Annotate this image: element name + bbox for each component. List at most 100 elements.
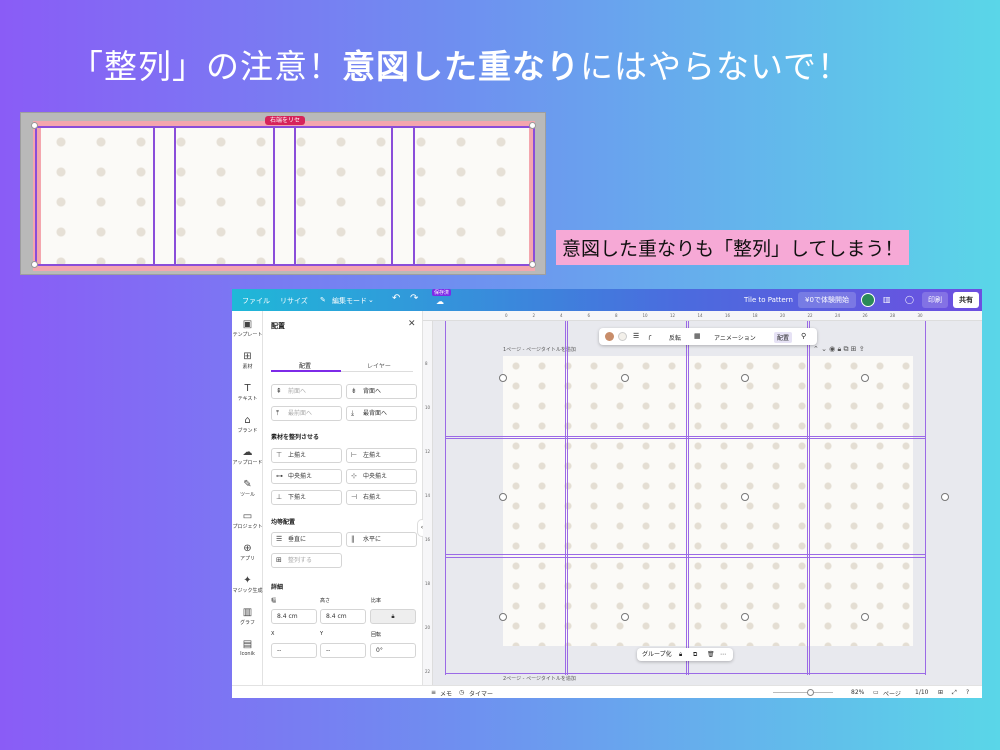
grid-view-icon[interactable]: ⊞ [938, 689, 943, 696]
backward-button[interactable]: ⇟ 背面へ [346, 384, 417, 399]
menu-file[interactable]: ファイル [242, 296, 270, 306]
resize-handle[interactable] [31, 122, 38, 129]
pages-button[interactable]: ページ [883, 689, 901, 698]
align-bottom-icon: ⊥ [276, 493, 283, 501]
more-icon[interactable]: ⋯ [720, 648, 726, 661]
align-bottom-button[interactable]: ⊥ 下揃え [271, 490, 342, 505]
lock-ratio-button[interactable]: 🔒︎ [370, 609, 416, 624]
help-icon[interactable]: ? [966, 689, 969, 696]
sidebar-item[interactable]: ⊕ アプリ [232, 543, 263, 562]
resize-handle[interactable] [529, 261, 536, 268]
group-button[interactable]: グループ化 [642, 651, 672, 658]
height-label: 高さ [320, 598, 331, 604]
animation-button[interactable]: アニメーション [714, 333, 756, 342]
tidy-button[interactable]: ⊞ 整列する [271, 553, 342, 568]
corner-radius-icon[interactable]: ╭ [647, 332, 651, 340]
rotate-handle[interactable] [499, 493, 507, 501]
align-top-button[interactable]: ⊤ 上揃え [271, 448, 342, 463]
avatar[interactable] [861, 293, 875, 307]
timer-icon[interactable]: ◷ [459, 689, 464, 696]
resize-handle[interactable] [529, 122, 536, 129]
sidebar-item[interactable]: ⌂ ブランド [232, 415, 263, 434]
paint-format-icon[interactable]: ⚲ [801, 332, 806, 340]
close-icon[interactable]: ✕ [408, 319, 416, 329]
zoom-level[interactable]: 82% [851, 689, 864, 696]
tab-layer[interactable]: レイヤー [367, 361, 391, 370]
ruler-tick: 10 [642, 313, 648, 318]
space-vertical-button[interactable]: ☰ 垂直に [271, 532, 342, 547]
tidy-label: 整列する [288, 557, 313, 564]
rotate-handle[interactable] [741, 374, 749, 382]
rotate-handle[interactable] [861, 613, 869, 621]
zoom-slider-thumb[interactable] [807, 689, 814, 696]
rotate-label: 回転 [371, 632, 382, 638]
rotate-handle[interactable] [861, 374, 869, 382]
ruler-tick: 8 [615, 313, 618, 318]
align-left-button[interactable]: ⊢ 左揃え [346, 448, 417, 463]
notes-icon[interactable]: ≡ [431, 689, 436, 696]
undo-icon[interactable]: ↶ [392, 293, 400, 304]
rotate-handle[interactable] [941, 493, 949, 501]
fullscreen-icon[interactable]: ⤢ [952, 689, 957, 697]
sidebar-item[interactable]: ▭ プロジェクト [232, 511, 263, 530]
sidebar-item[interactable]: ✦ マジック生成 [232, 575, 263, 594]
rotate-handle[interactable] [499, 613, 507, 621]
align-center-button[interactable]: ⊹ 中央揃え [346, 469, 417, 484]
rotate-handle[interactable] [741, 493, 749, 501]
color-swatch[interactable] [618, 332, 627, 341]
ruler-tick: 20 [780, 313, 786, 318]
width-field[interactable]: 8.4 cm [271, 609, 317, 624]
share-button[interactable]: 共有 [953, 292, 979, 308]
page2-label[interactable]: 2ページ - ページタイトルを追加 [503, 675, 576, 682]
resize-handle[interactable] [31, 261, 38, 268]
align-middle-button[interactable]: ⊶ 中央揃え [271, 469, 342, 484]
pages-icon[interactable]: ▭ [873, 689, 879, 696]
position-button[interactable]: 配置 [774, 332, 793, 343]
align-right-button[interactable]: ⊣ 右揃え [346, 490, 417, 505]
sidebar-item[interactable]: ▣ テンプレート [232, 319, 263, 338]
y-field[interactable]: -- [320, 643, 366, 658]
color-swatch[interactable] [605, 332, 614, 341]
sidebar-item[interactable]: ▥ グラフ [232, 607, 263, 626]
trial-button[interactable]: ¥0で体験開始 [798, 292, 856, 308]
notes-button[interactable]: メモ [440, 689, 452, 698]
duplicate-icon[interactable]: ⧉ [693, 648, 697, 661]
back-button[interactable]: ⤓ 最背面へ [346, 406, 417, 421]
zoom-slider[interactable] [773, 692, 833, 693]
ruler-tick: 18 [752, 313, 758, 318]
detail-heading: 詳細 [271, 584, 284, 591]
print-button[interactable]: 印刷 [922, 292, 948, 308]
rotate-handle[interactable] [741, 613, 749, 621]
flip-button[interactable]: 反転 [669, 333, 681, 342]
timer-button[interactable]: タイマー [469, 689, 493, 698]
menu-edit-mode[interactable]: 編集モード [332, 296, 367, 306]
rotate-handle[interactable] [621, 374, 629, 382]
front-button[interactable]: ⤒ 最前面へ [271, 406, 342, 421]
comment-icon[interactable]: ◯ [905, 295, 914, 304]
trash-icon[interactable]: 🗑︎ [707, 648, 715, 661]
sidebar-item[interactable]: T テキスト [232, 383, 263, 402]
sidebar-icon: ▥ [242, 607, 253, 618]
redo-icon[interactable]: ↷ [410, 293, 418, 304]
design-title[interactable]: Tile to Pattern [744, 296, 793, 304]
sidebar-item[interactable]: ⊞ 素材 [232, 351, 263, 370]
sidebar-item[interactable]: ✎ ツール [232, 479, 263, 498]
rotate-handle[interactable] [499, 374, 507, 382]
x-field[interactable]: -- [271, 643, 317, 658]
page-actions-icons[interactable]: ⌃ ⌄ ◉ 🔒︎ ⧉ ⊞ ⇪ [813, 345, 865, 354]
space-horizontal-button[interactable]: ‖ 水平に [346, 532, 417, 547]
border-style-icon[interactable]: ☰ [633, 332, 639, 340]
lock-icon[interactable]: 🔒︎ [679, 648, 682, 661]
back-icon: ⤓ [351, 409, 355, 417]
sidebar-item[interactable]: ☁ アップロード [232, 447, 263, 466]
insights-icon[interactable]: ▥ [883, 295, 891, 304]
sidebar-item[interactable]: ▤ Iconik [232, 639, 263, 657]
rotate-field[interactable]: 0° [370, 643, 416, 658]
height-field[interactable]: 8.4 cm [320, 609, 366, 624]
tab-arrange[interactable]: 配置 [299, 361, 311, 370]
transparency-icon[interactable]: ▦ [694, 332, 701, 340]
ruler-tick: 20 [425, 625, 431, 630]
rotate-handle[interactable] [621, 613, 629, 621]
forward-button[interactable]: ⇞ 前面へ [271, 384, 342, 399]
menu-resize[interactable]: リサイズ [280, 296, 308, 306]
